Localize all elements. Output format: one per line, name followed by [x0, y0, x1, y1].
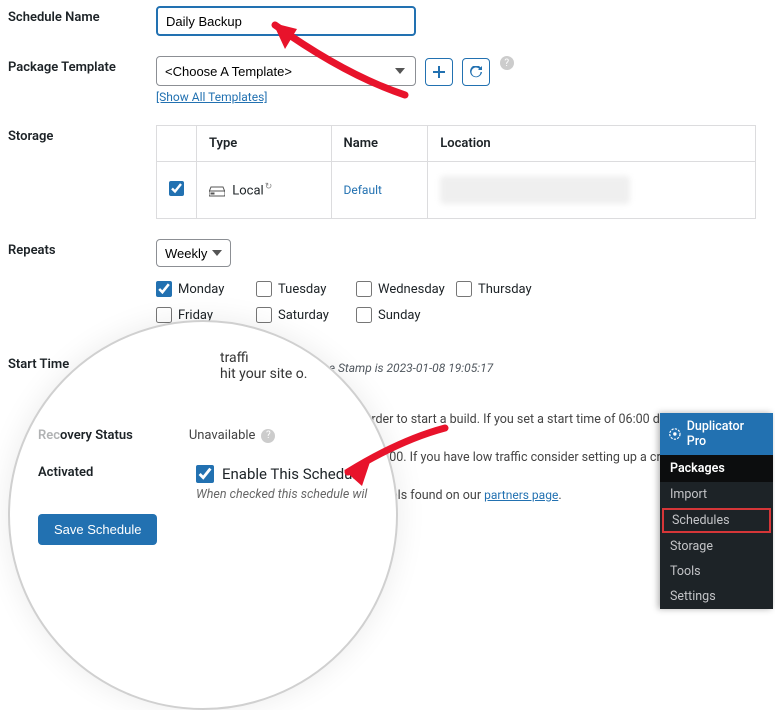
storage-type-label: Local — [232, 183, 263, 198]
sidebar-header[interactable]: Duplicator Pro — [660, 413, 773, 455]
table-row: Local↻ Default — [157, 162, 756, 219]
plus-icon — [433, 66, 445, 78]
sidebar-item-storage[interactable]: Storage — [660, 534, 773, 559]
sync-icon: ↻ — [265, 182, 273, 192]
schedule-name-input[interactable] — [156, 6, 416, 36]
enable-schedule-checkbox[interactable] — [196, 465, 214, 483]
label-activated: Activated — [10, 465, 196, 480]
partners-page-link[interactable]: partners page — [484, 488, 558, 502]
col-location: Location — [428, 126, 756, 162]
row-repeats: Repeats Weekly Monday Tuesday Wednesday … — [0, 233, 775, 347]
hdd-icon — [209, 185, 225, 197]
save-schedule-button[interactable]: Save Schedule — [38, 514, 157, 545]
storage-name-link[interactable]: Default — [344, 183, 382, 197]
day-tuesday[interactable]: Tuesday — [256, 281, 356, 297]
label-storage: Storage — [8, 125, 156, 144]
duplicator-icon — [668, 427, 682, 441]
row-schedule-name: Schedule Name — [0, 0, 775, 50]
label-repeats: Repeats — [8, 239, 156, 258]
col-type: Type — [197, 126, 332, 162]
sidebar-item-import[interactable]: Import — [660, 482, 773, 507]
day-saturday[interactable]: Saturday — [256, 307, 356, 323]
sidebar-section-packages[interactable]: Packages — [660, 455, 773, 482]
row-storage: Storage Type Name Location L — [0, 119, 775, 233]
sidebar-item-tools[interactable]: Tools — [660, 559, 773, 584]
label-schedule-name: Schedule Name — [8, 6, 156, 25]
magnifier-overlay: traffi hit your site o. RecRecovery Stat… — [8, 320, 398, 710]
sidebar-item-schedules[interactable]: Schedules — [662, 508, 771, 533]
location-blurred — [440, 176, 630, 204]
day-sunday[interactable]: Sunday — [356, 307, 456, 323]
storage-row-checkbox[interactable] — [169, 181, 184, 196]
plugin-sidebar: Duplicator Pro Packages Import Schedules… — [660, 413, 773, 609]
storage-table: Type Name Location Local↻ Default — [156, 125, 756, 219]
recovery-status-value: Unavailable ? — [189, 428, 276, 443]
day-monday[interactable]: Monday — [156, 281, 256, 297]
sidebar-item-settings[interactable]: Settings — [660, 584, 773, 609]
show-all-templates-link[interactable]: [Show All Templates] — [156, 90, 267, 104]
help-icon[interactable]: ? — [261, 429, 275, 443]
magnifier-clipped-text: traffi hit your site o. — [220, 350, 307, 382]
repeats-select[interactable]: Weekly — [156, 239, 231, 267]
refresh-template-button[interactable] — [462, 58, 490, 86]
refresh-icon — [470, 66, 482, 78]
help-icon[interactable]: ? — [500, 56, 514, 70]
add-template-button[interactable] — [425, 58, 453, 86]
day-thursday[interactable]: Thursday — [456, 281, 556, 297]
label-package-template: Package Template — [8, 56, 156, 75]
template-select[interactable]: <Choose A Template> — [156, 56, 416, 86]
col-name: Name — [331, 126, 428, 162]
magnifier-edge-letter: R — [8, 454, 16, 469]
enable-schedule-label: Enable This Schedule — [222, 465, 364, 483]
label-recovery-status: RecRecovery Statusovery Status — [38, 428, 133, 443]
day-wednesday[interactable]: Wednesday — [356, 281, 456, 297]
row-package-template: Package Template <Choose A Template> ? [… — [0, 50, 775, 119]
enable-schedule-hint: When checked this schedule wil — [196, 487, 367, 502]
